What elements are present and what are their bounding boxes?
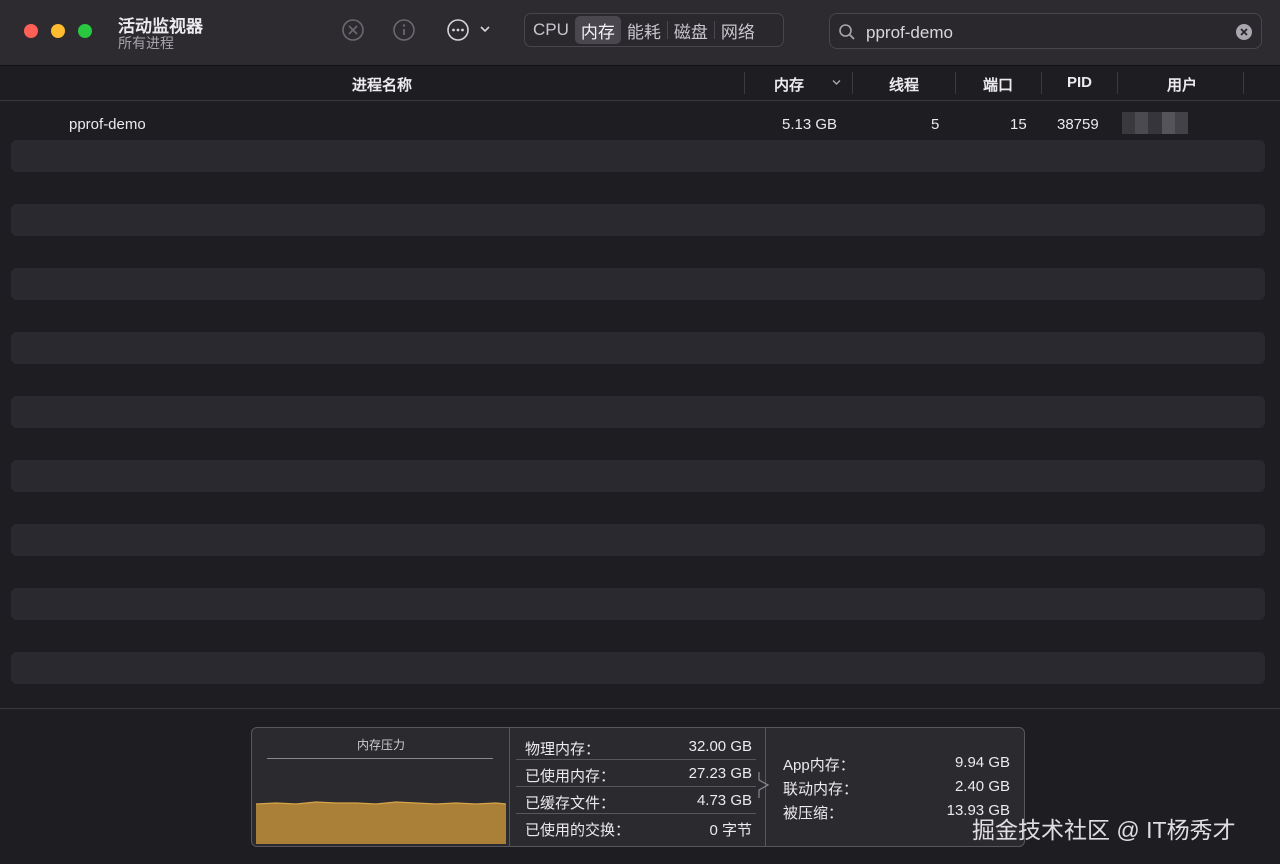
cached-files-row: 已缓存文件： 4.73 GB (510, 787, 766, 814)
app-memory-label: App内存： (783, 757, 855, 774)
process-name: pprof-demo (69, 116, 146, 133)
empty-row (11, 524, 1265, 556)
process-ports: 15 (1010, 116, 1027, 133)
column-header-name[interactable]: 进程名称 (352, 74, 412, 95)
swap-used-value: 0 字节 (709, 822, 752, 839)
tab-memory[interactable]: 内存 (574, 16, 621, 44)
table-header: 进程名称 内存 线程 端口 PID 用户 (0, 66, 1280, 101)
swap-used-row: 已使用的交换： 0 字节 (510, 814, 766, 841)
column-divider[interactable] (1243, 72, 1244, 94)
tab-energy[interactable]: 能耗 (621, 16, 667, 44)
column-header-user[interactable]: 用户 (1167, 74, 1197, 95)
divider (267, 758, 493, 759)
physical-memory-label: 物理内存： (525, 741, 601, 758)
used-memory-value: 27.23 GB (688, 765, 752, 782)
memory-stats-panel: 内存压力 物理内存： 32.00 GB 已使用内存： 27.23 GB 已缓存文… (251, 727, 1025, 847)
column-divider[interactable] (852, 72, 853, 94)
wired-memory-value: 2.40 GB (954, 778, 1010, 795)
process-threads: 5 (931, 116, 940, 133)
memory-pressure-graph (256, 801, 506, 844)
window-subtitle: 所有进程 (118, 35, 174, 51)
empty-row (11, 268, 1265, 300)
column-header-ports[interactable]: 端口 (983, 74, 1013, 95)
tab-disk[interactable]: 磁盘 (668, 16, 714, 44)
empty-row (11, 588, 1265, 620)
table-row[interactable]: pprof-demo 5.13 GB 5 15 38759 (0, 108, 1280, 140)
zoom-window-button[interactable] (78, 24, 92, 38)
cached-files-value: 4.73 GB (696, 792, 752, 809)
process-pid: 38759 (1057, 116, 1099, 133)
empty-row (11, 204, 1265, 236)
empty-row (11, 460, 1265, 492)
column-header-pid[interactable]: PID (1067, 74, 1092, 91)
redacted-user (1122, 112, 1189, 134)
empty-row (11, 332, 1265, 364)
search-field[interactable]: pprof-demo (829, 13, 1262, 49)
column-divider[interactable] (1117, 72, 1118, 94)
toolbar: 活动监视器 所有进程 CPU 内存 能耗 磁盘 网络 pprof-demo (0, 0, 1280, 66)
swap-used-label: 已使用的交换： (525, 822, 631, 839)
column-divider[interactable] (955, 72, 956, 94)
memory-pressure-title: 内存压力 (356, 738, 405, 752)
column-header-threads[interactable]: 线程 (889, 74, 919, 95)
sort-descending-icon[interactable] (831, 77, 842, 88)
compressed-memory-label: 被压缩： (783, 805, 844, 822)
wired-memory-label: 联动内存： (783, 781, 859, 798)
empty-row (11, 140, 1265, 172)
used-memory-row: 已使用内存： 27.23 GB (510, 760, 766, 787)
tab-network[interactable]: 网络 (715, 16, 761, 44)
close-window-button[interactable] (24, 24, 38, 38)
column-divider[interactable] (1041, 72, 1042, 94)
info-icon[interactable] (392, 18, 416, 42)
physical-memory-row: 物理内存： 32.00 GB (510, 733, 766, 760)
used-memory-label: 已使用内存： (525, 768, 616, 785)
tab-cpu[interactable]: CPU (527, 16, 575, 44)
search-input[interactable]: pprof-demo (866, 23, 953, 43)
more-options-icon[interactable] (446, 18, 470, 42)
clear-search-icon[interactable] (1235, 23, 1253, 41)
process-memory: 5.13 GB (782, 116, 838, 133)
view-tab-bar: CPU 内存 能耗 磁盘 网络 (524, 13, 784, 47)
empty-row (11, 396, 1265, 428)
minimize-window-button[interactable] (51, 24, 65, 38)
memory-pressure-section: 内存压力 (252, 728, 510, 846)
stop-process-icon[interactable] (341, 18, 365, 42)
process-table: pprof-demo 5.13 GB 5 15 38759 (0, 101, 1280, 708)
column-header-memory[interactable]: 内存 (774, 74, 804, 95)
cached-files-label: 已缓存文件： (525, 795, 616, 812)
column-divider[interactable] (744, 72, 745, 94)
memory-usage-section: 物理内存： 32.00 GB 已使用内存： 27.23 GB 已缓存文件： 4.… (510, 728, 766, 846)
physical-memory-value: 32.00 GB (688, 738, 752, 755)
chevron-down-icon[interactable] (478, 22, 492, 36)
empty-row (11, 652, 1265, 684)
search-icon (839, 24, 855, 40)
watermark: 掘金技术社区 @ IT杨秀才 (972, 817, 1236, 843)
app-memory-value: 9.94 GB (954, 754, 1010, 771)
